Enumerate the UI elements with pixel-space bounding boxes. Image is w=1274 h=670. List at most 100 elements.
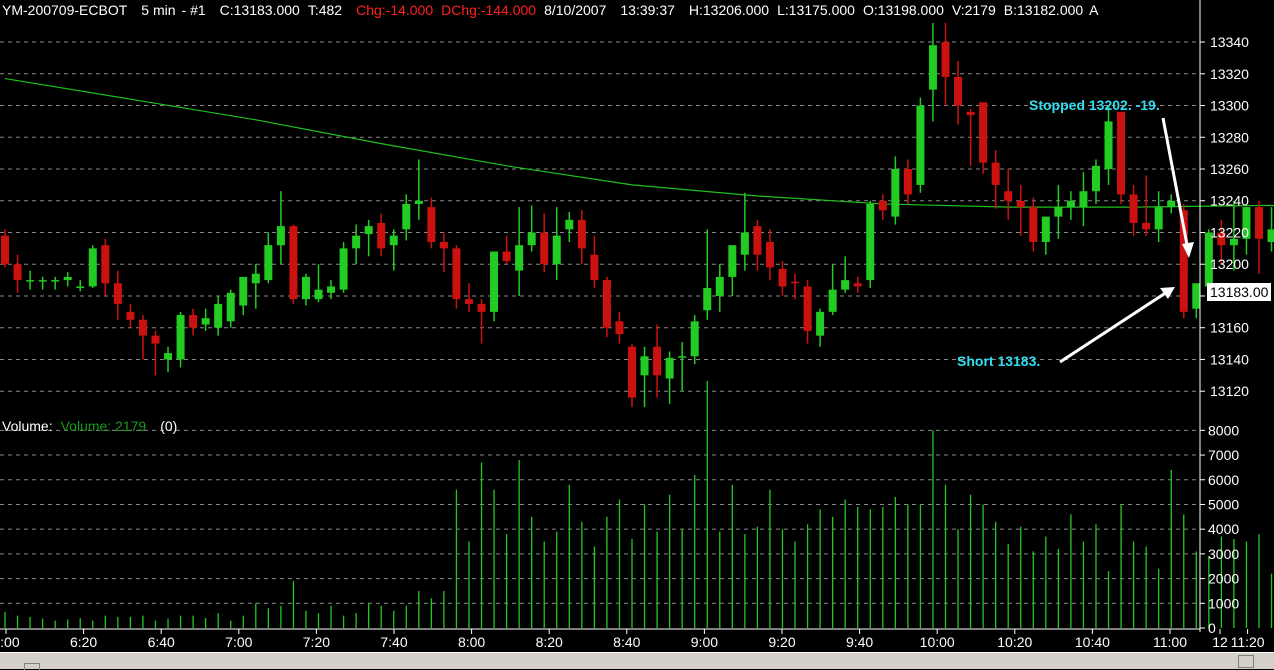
stopped-arrow (1161, 117, 1190, 251)
candle-body (1091, 165, 1100, 192)
candle-body (452, 248, 461, 300)
time-tick-label: 9:40 (846, 634, 873, 650)
time-tick-label: 10:00 (920, 634, 955, 650)
candle-body (239, 276, 248, 306)
candle-body (427, 207, 436, 243)
candle-body (728, 245, 737, 277)
candle-body (13, 264, 22, 281)
candle-body (1129, 194, 1138, 223)
candle-body (76, 286, 85, 289)
candle-body (414, 200, 423, 204)
candle-body (715, 276, 724, 296)
candle-body (1041, 216, 1050, 243)
candle-body (490, 251, 499, 312)
scroll-thumb[interactable] (1238, 655, 1254, 668)
candle-body (289, 226, 298, 300)
candle-body (565, 219, 574, 230)
time-tick-label: 11:20 (1231, 634, 1265, 650)
price-tick-label: 13280 (1210, 129, 1249, 145)
candle-body (189, 315, 198, 328)
candle-body (577, 219, 586, 249)
candle-body (928, 45, 937, 90)
candle-body (1154, 207, 1163, 230)
time-tick-label: 9:00 (691, 634, 718, 650)
volume-tick-label: 8000 (1208, 422, 1239, 438)
price-tick-label: 13260 (1210, 161, 1249, 177)
candle-body (903, 169, 912, 195)
time-tick-label: 8:20 (536, 634, 563, 650)
candle-body (464, 299, 473, 304)
candle-body (26, 280, 35, 282)
time-tick-label: 7:00 (225, 634, 252, 650)
time-tick-label: 6:00 (0, 634, 20, 650)
candle-body (1029, 207, 1038, 243)
candle-body (402, 203, 411, 230)
volume-tick-label: 3000 (1208, 546, 1239, 562)
candle-body (803, 286, 812, 331)
candle-body (1255, 207, 1263, 239)
horizontal-scrollbar[interactable] (0, 652, 1274, 670)
price-tick-label: 13320 (1210, 66, 1249, 82)
candle-body (1066, 200, 1075, 208)
candle-body (314, 289, 323, 300)
candle-body (791, 281, 800, 284)
candle-body (590, 254, 599, 281)
candle-body (113, 283, 122, 304)
candle-body (389, 235, 398, 246)
candle-body (515, 245, 524, 271)
candle-body (51, 280, 60, 282)
candle-body (765, 242, 774, 268)
short-annotation: Short 13183. (957, 353, 1041, 369)
candle-body (628, 346, 636, 398)
candle-body (264, 245, 273, 281)
candle-body (214, 303, 223, 328)
candle-body (176, 315, 185, 360)
candle-body (866, 203, 875, 281)
volume-indicator-value: Volume: 2179 (60, 418, 147, 434)
candle-body (151, 335, 160, 344)
time-tick-label: 9:20 (768, 634, 795, 650)
volume-tick-label: 5000 (1208, 496, 1239, 512)
candle-body (828, 289, 837, 312)
candle-body (477, 303, 486, 312)
volume-tick-label: 7000 (1208, 447, 1239, 463)
candle-body (377, 222, 386, 249)
candle-body (1, 235, 9, 265)
candle-body (164, 353, 173, 360)
candle-body (753, 226, 762, 255)
candle-body (941, 42, 950, 77)
candle-body (364, 226, 373, 235)
candle-body (853, 283, 862, 287)
time-tick-label: 6:20 (70, 634, 97, 650)
stopped-annotation: Stopped 13202. -19. (1029, 97, 1160, 113)
time-tick-label: 10:20 (997, 634, 1032, 650)
candle-body (615, 321, 624, 335)
candle-body (966, 111, 975, 116)
price-tick-label: 13200 (1210, 256, 1249, 272)
price-tick-label: 13220 (1210, 224, 1249, 240)
volume-tick-label: 2000 (1208, 571, 1239, 587)
volume-tick-label: 1000 (1208, 595, 1239, 611)
scroll-left-handle[interactable] (24, 663, 40, 670)
candle-body (954, 76, 963, 106)
candle-body (602, 280, 611, 328)
volume-count: (0) (160, 418, 178, 434)
time-tick-label: 7:40 (380, 634, 407, 650)
price-tick-label: 13160 (1210, 320, 1249, 336)
short-arrowhead (1160, 287, 1175, 299)
candle-body (979, 102, 988, 163)
candle-body (251, 273, 260, 284)
last-price-tag: 13183.00 (1207, 283, 1271, 301)
short-arrow (1059, 290, 1168, 364)
time-tick-label: 10:40 (1075, 634, 1110, 650)
price-tick-label: 13140 (1210, 351, 1249, 367)
candle-body (1004, 191, 1013, 201)
candle-body (891, 169, 900, 217)
price-tick-label: 13300 (1210, 98, 1249, 114)
candle-body (1117, 111, 1126, 195)
candle-body (841, 280, 850, 290)
candle-body (101, 245, 110, 284)
candle-body (1267, 229, 1274, 243)
volume-header: Volume: Volume: 2179 (0) (2, 418, 177, 434)
candle-body (276, 226, 285, 246)
